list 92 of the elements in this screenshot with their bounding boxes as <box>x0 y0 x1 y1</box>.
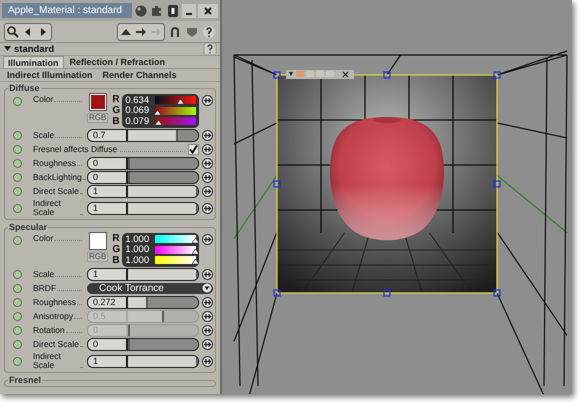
number-field[interactable]: 0 <box>88 338 128 350</box>
key-dot-icon[interactable] <box>13 340 22 348</box>
parameter-label: Roughness <box>33 158 76 168</box>
key-dot-icon[interactable] <box>13 172 22 182</box>
minimize-icon[interactable] <box>182 4 196 18</box>
channel-gradient-slider[interactable] <box>155 256 196 264</box>
key-dot-icon[interactable] <box>13 158 22 168</box>
rollout-title[interactable]: standard <box>14 44 200 54</box>
parameter-label: Indirect Scale <box>33 199 62 217</box>
channel-label: B <box>112 116 121 127</box>
channel-label: B <box>112 255 121 266</box>
connector-icon[interactable] <box>202 310 213 322</box>
group-title: Diffuse <box>8 83 41 93</box>
help-icon[interactable] <box>203 42 217 56</box>
key-dot-icon[interactable] <box>13 298 22 306</box>
group-title: Fresnel <box>8 375 42 385</box>
parameter-label: Scale <box>33 270 54 278</box>
parameter-label: Color <box>33 234 54 243</box>
number-field[interactable]: 0.272 <box>88 296 128 308</box>
parameter-label: Indirect Scale <box>33 352 62 370</box>
key-dot-icon[interactable] <box>13 204 22 212</box>
connector-icon[interactable] <box>202 172 213 182</box>
channel-gradient-slider[interactable] <box>155 117 196 125</box>
parameter-label: Direct Scale <box>33 186 79 196</box>
tab[interactable]: Reflection / Refraction <box>66 56 170 68</box>
key-dot-icon[interactable] <box>13 326 22 334</box>
channel-gradient-slider[interactable] <box>155 235 196 243</box>
key-dot-icon[interactable] <box>13 130 22 140</box>
sphere-icon[interactable] <box>134 4 148 18</box>
render-toolbar-drawing[interactable] <box>286 70 354 79</box>
color-swatch[interactable] <box>90 233 106 249</box>
key-dot-icon[interactable] <box>13 144 22 154</box>
connector-icon[interactable] <box>202 95 213 106</box>
collapse-arrow-icon[interactable] <box>4 46 11 52</box>
key-dot-icon[interactable] <box>13 97 22 106</box>
slider-thumb-icon[interactable] <box>154 120 162 125</box>
parameter-label: Direct Scale <box>33 340 79 348</box>
connector-icon[interactable] <box>202 234 213 245</box>
tab[interactable]: Illumination <box>3 56 64 68</box>
connector-icon[interactable] <box>202 268 213 280</box>
window-title: Apple_Material : standard <box>2 3 132 18</box>
checkbox[interactable] <box>188 144 199 154</box>
number-field[interactable]: 0 <box>88 158 128 168</box>
connector-icon[interactable] <box>202 296 213 308</box>
connector-icon[interactable] <box>202 338 213 350</box>
close-icon[interactable] <box>198 4 218 18</box>
channel-label: G <box>112 105 122 116</box>
channel-label: R <box>112 94 121 105</box>
parameter-label: Fresnel affects Diffuse <box>33 144 118 154</box>
group-title: Specular <box>8 222 48 232</box>
tab[interactable]: Render Channels <box>98 69 181 81</box>
number-field[interactable]: 1 <box>88 268 128 280</box>
connector-icon[interactable] <box>202 324 213 336</box>
channel-label: R <box>112 233 121 244</box>
parameter-label: Color <box>33 95 54 104</box>
brdf-dropdown[interactable]: Cook Torrance <box>87 282 213 294</box>
number-field[interactable]: 1 <box>88 356 128 366</box>
magnet-icon[interactable] <box>168 24 182 38</box>
color-mode-button[interactable]: RGB <box>87 113 108 123</box>
connector-icon[interactable] <box>202 186 213 196</box>
key-dot-icon[interactable] <box>13 356 22 366</box>
connector-icon[interactable] <box>202 130 213 140</box>
parameter-label: BackLighting <box>33 172 82 182</box>
connector-icon[interactable] <box>202 158 213 168</box>
parameter-label: Scale <box>33 130 54 140</box>
key-dot-icon[interactable] <box>13 312 22 320</box>
channel-label: G <box>112 244 122 255</box>
channel-gradient-slider[interactable] <box>155 96 196 104</box>
connector-icon[interactable] <box>202 202 213 214</box>
key-dot-icon[interactable] <box>13 236 22 245</box>
number-field[interactable]: 1 <box>88 186 128 196</box>
slider-thumb[interactable] <box>176 130 178 140</box>
connector-icon[interactable] <box>202 144 213 154</box>
number-field[interactable]: 0.7 <box>88 130 128 140</box>
parameter-label: Roughness <box>33 298 76 306</box>
key-dot-icon[interactable] <box>13 270 22 278</box>
tab[interactable]: Indirect Illumination <box>3 69 97 81</box>
help-icon[interactable] <box>202 24 216 38</box>
parameter-label: BRDF <box>33 284 56 292</box>
parameter-label: Anisotropy <box>33 312 74 320</box>
number-field[interactable]: 0 <box>88 172 128 182</box>
number-field[interactable]: 1 <box>88 202 128 214</box>
key-dot-icon[interactable] <box>13 284 22 292</box>
connector-icon[interactable] <box>202 356 213 366</box>
search-icon[interactable] <box>6 24 20 38</box>
slider-thumb-icon[interactable] <box>192 259 199 264</box>
color-mode-button[interactable]: RGB <box>87 252 108 262</box>
color-swatch[interactable] <box>90 94 106 110</box>
puzzle-icon[interactable] <box>150 4 164 18</box>
key-dot-icon[interactable] <box>13 186 22 196</box>
parameter-label: Rotation <box>33 326 65 334</box>
slider-thumb[interactable] <box>146 296 148 308</box>
